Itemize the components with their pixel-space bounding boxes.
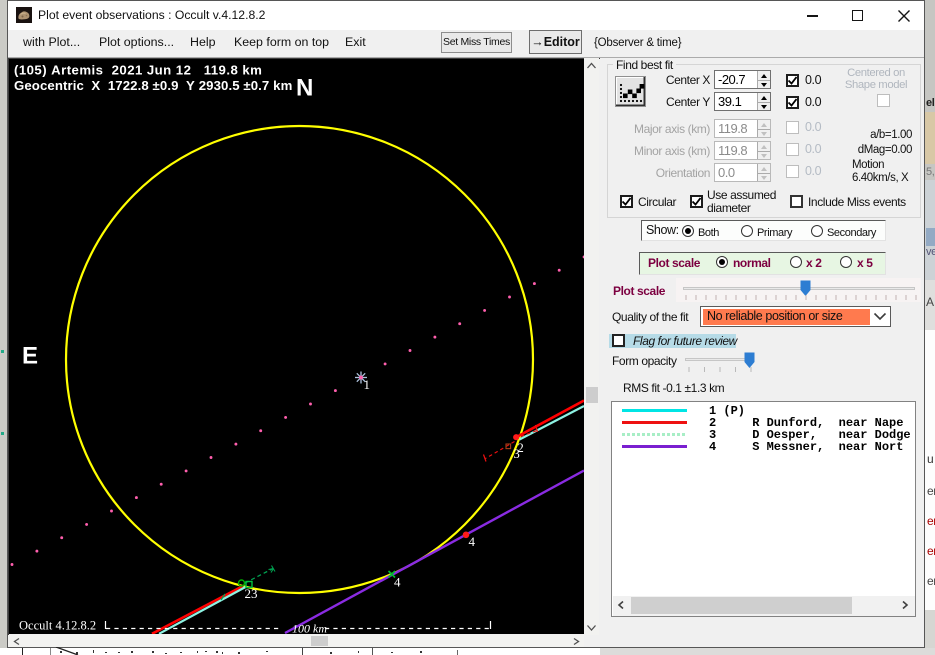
svg-text:4: 4 (469, 534, 476, 549)
svg-text:4: 4 (394, 575, 401, 590)
svg-text:Geocentric X 1722.8 ±0.9 Y: Geocentric X 1722.8 ±0.9 Y 2930.5 ±0.7 k… (14, 78, 292, 93)
svg-text:Occult 4.12.8.2: Occult 4.12.8.2 (19, 619, 96, 633)
svg-text:1: 1 (364, 377, 371, 392)
svg-text:100 km: 100 km (292, 622, 327, 635)
svg-text:23: 23 (245, 586, 258, 601)
svg-text:E: E (22, 343, 38, 370)
svg-text:(105) Artemis 2021 Jun 12 1: (105) Artemis 2021 Jun 12 119.8 km (14, 63, 262, 78)
svg-text:N: N (296, 75, 313, 102)
svg-text:3: 3 (514, 447, 520, 461)
